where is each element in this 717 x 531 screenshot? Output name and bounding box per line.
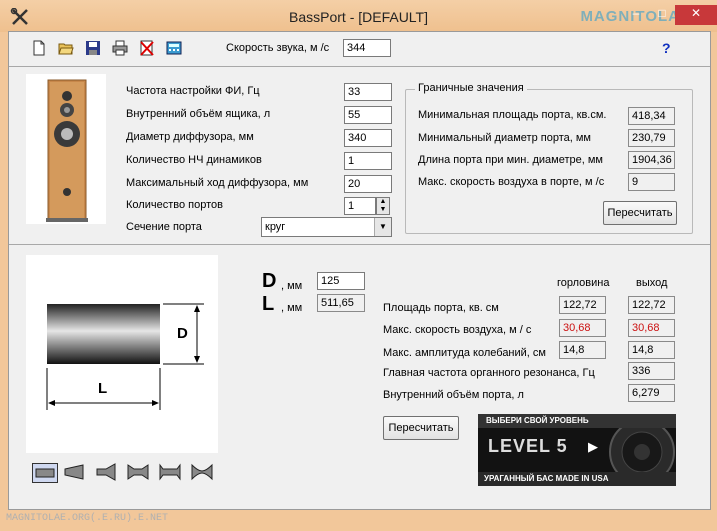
throat-column-header: горловина	[557, 277, 610, 289]
port-diameter-unit: , мм	[281, 280, 303, 292]
maximize-icon: □	[658, 6, 666, 20]
sound-speed-label: Скорость звука, м /с	[226, 42, 330, 54]
section-divider	[9, 244, 710, 245]
bell-port-icon[interactable]	[190, 463, 214, 481]
cone-diameter-label: Диаметр диффузора, мм	[126, 131, 254, 143]
minimize-button[interactable]: –	[623, 5, 649, 25]
port-count-input[interactable]: 1	[344, 197, 376, 215]
delete-icon[interactable]	[139, 40, 155, 56]
box-volume-label: Внутренний объём ящика, л	[126, 108, 271, 120]
organ-resonance-value: 336	[628, 362, 675, 380]
max-air-speed-label: Макс. скорость воздуха в порте, м /с	[418, 176, 605, 188]
speaker-image	[26, 74, 106, 224]
oscillation-amplitude-throat: 14,8	[559, 341, 606, 359]
help-icon[interactable]: ?	[662, 40, 671, 56]
port-section-label: Сечение порта	[126, 221, 202, 233]
port-section-value: круг	[265, 221, 286, 233]
port-area-label: Площадь порта, кв. см	[383, 302, 499, 314]
driver-count-input[interactable]: 1	[344, 152, 392, 170]
diagram-l-label: L	[98, 380, 108, 397]
port-length-output: 511,65	[317, 294, 365, 312]
recalculate-limits-button[interactable]: Пересчитать	[603, 201, 677, 225]
diagram-d-label: D	[177, 325, 188, 342]
port-length-value: 1904,36	[628, 151, 675, 169]
print-icon[interactable]	[112, 40, 128, 56]
title-bar[interactable]: BassPort - [DEFAULT] MAGNITOLA – □ ✕	[0, 0, 717, 32]
oscillation-amplitude-label: Макс. амплитуда колебаний, см	[383, 347, 546, 359]
close-button[interactable]: ✕	[675, 5, 717, 25]
flanged-port-icon[interactable]	[158, 463, 182, 481]
toolbar-divider	[9, 66, 710, 67]
straight-port-icon[interactable]	[32, 463, 58, 483]
play-arrow-icon: ▶	[588, 439, 598, 454]
spin-down-icon[interactable]: ▼	[377, 206, 389, 214]
main-panel: Скорость звука, м /с 344 ? Частота настр…	[8, 31, 711, 510]
port-diameter-input[interactable]: 125	[317, 272, 365, 290]
footer-watermark: MAGNITOLAE.ORG(.E.RU).E.NET	[6, 513, 169, 524]
banner-bottom-text: УРАГАННЫЙ БАС MADE IN USA	[484, 474, 609, 483]
max-air-speed-value: 9	[628, 173, 675, 191]
port-inner-volume-value: 6,279	[628, 384, 675, 402]
min-port-area-label: Минимальная площадь порта, кв.см.	[418, 109, 607, 121]
banner-top-text: ВЫБЕРИ СВОЙ УРОВЕНЬ	[486, 416, 589, 425]
chevron-down-icon[interactable]: ▼	[374, 218, 391, 236]
min-port-diameter-value: 230,79	[628, 129, 675, 147]
box-volume-input[interactable]: 55	[344, 106, 392, 124]
limits-group-title: Граничные значения	[415, 82, 527, 94]
cone-xmax-input[interactable]: 20	[344, 175, 392, 193]
floorstanding-speaker-icon	[46, 79, 88, 222]
banner-level-text: LEVEL 5	[488, 436, 568, 456]
oscillation-amplitude-exit: 14,8	[628, 341, 675, 359]
cone-diameter-input[interactable]: 340	[344, 129, 392, 147]
spin-up-icon[interactable]: ▲	[377, 198, 389, 206]
open-folder-icon[interactable]	[58, 40, 74, 56]
port-air-speed-throat: 30,68	[559, 319, 606, 337]
level5-banner[interactable]: ВЫБЕРИ СВОЙ УРОВЕНЬ LEVEL 5 ▶ УРАГАННЫЙ …	[478, 414, 676, 486]
port-diameter-letter: D	[262, 270, 277, 292]
sound-speed-input[interactable]: 344	[343, 39, 391, 57]
driver-count-label: Количество НЧ динамиков	[126, 154, 262, 166]
horn-port-icon[interactable]	[94, 463, 118, 481]
cylinder-port-icon	[46, 303, 204, 410]
exit-column-header: выход	[636, 277, 668, 289]
maximize-button[interactable]: □	[649, 5, 675, 25]
calculator-icon[interactable]	[166, 40, 182, 56]
new-file-icon[interactable]	[31, 40, 47, 56]
cone-xmax-label: Максимальный ход диффузора, мм	[126, 177, 309, 189]
port-area-throat: 122,72	[559, 296, 606, 314]
cone-port-icon[interactable]	[62, 463, 86, 481]
port-length-label: Длина порта при мин. диаметре, мм	[418, 154, 603, 166]
port-air-speed-label: Макс. скорость воздуха, м / с	[383, 324, 532, 336]
organ-resonance-label: Главная частота органного резонанса, Гц	[383, 367, 595, 379]
save-icon[interactable]	[85, 40, 101, 56]
port-count-stepper[interactable]: ▲ ▼	[376, 197, 390, 215]
double-flare-port-icon[interactable]	[126, 463, 150, 481]
tuning-frequency-input[interactable]: 33	[344, 83, 392, 101]
port-area-exit: 122,72	[628, 296, 675, 314]
port-diagram: D L	[26, 255, 218, 453]
port-air-speed-exit: 30,68	[628, 319, 675, 337]
recalculate-port-button[interactable]: Пересчитать	[383, 416, 459, 440]
port-inner-volume-label: Внутренний объём порта, л	[383, 389, 524, 401]
min-port-area-value: 418,34	[628, 107, 675, 125]
port-length-letter: L	[262, 293, 275, 315]
min-port-diameter-label: Минимальный диаметр порта, мм	[418, 132, 591, 144]
port-section-select[interactable]: круг ▼	[261, 217, 392, 237]
port-length-unit: , мм	[281, 302, 303, 314]
port-count-label: Количество портов	[126, 199, 223, 211]
close-icon: ✕	[690, 6, 702, 20]
minimize-icon: –	[632, 6, 640, 20]
tuning-frequency-label: Частота настройки ФИ, Гц	[126, 85, 260, 97]
